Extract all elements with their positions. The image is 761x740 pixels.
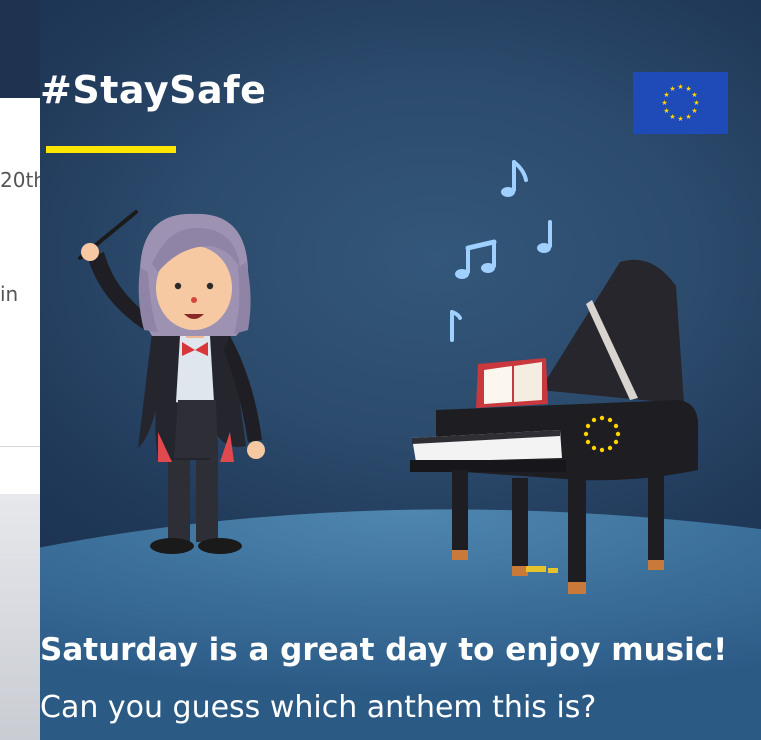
svg-text:★: ★ — [669, 85, 675, 93]
hashtag-title: #StaySafe — [40, 68, 267, 112]
svg-text:★: ★ — [677, 83, 683, 91]
hashtag-underline — [46, 146, 176, 153]
svg-text:★: ★ — [669, 113, 675, 121]
music-notes — [450, 160, 552, 342]
eu-flag-icon: ★ ★ ★ ★ ★ ★ ★ ★ ★ ★ ★ ★ — [633, 72, 728, 134]
post-headline: Saturday is a great day to enjoy music! — [40, 632, 728, 668]
svg-text:★: ★ — [691, 91, 697, 99]
svg-text:★: ★ — [693, 99, 699, 107]
svg-text:★: ★ — [661, 99, 667, 107]
background-photo-thumbnail[interactable] — [0, 494, 40, 740]
svg-text:★: ★ — [663, 107, 669, 115]
conductor-character — [78, 210, 265, 554]
post-image-card[interactable]: #StaySafe ★ ★ ★ ★ ★ ★ ★ ★ ★ ★ ★ ★ Saturd… — [40, 0, 761, 740]
background-text-fragment: in — [0, 282, 19, 306]
svg-text:★: ★ — [677, 115, 683, 123]
svg-text:★: ★ — [685, 113, 691, 121]
post-subline: Can you guess which anthem this is? — [40, 690, 597, 725]
svg-text:★: ★ — [691, 107, 697, 115]
